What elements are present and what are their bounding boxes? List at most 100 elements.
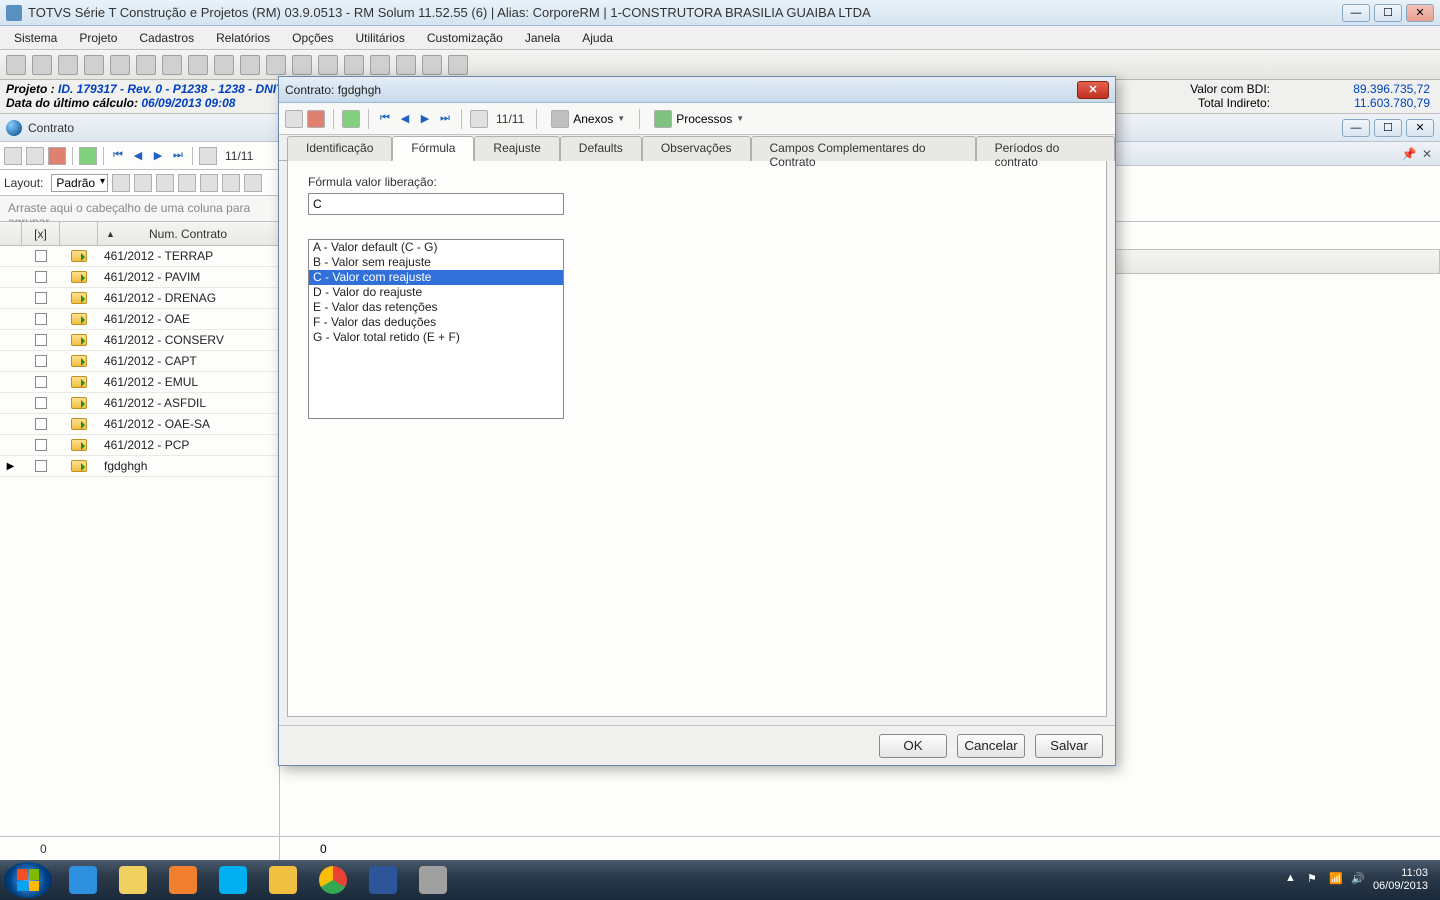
formula-input[interactable] [308, 193, 564, 215]
tab-campos[interactable]: Campos Complementares do Contrato [751, 136, 976, 161]
menu-cadastros[interactable]: Cadastros [129, 28, 204, 48]
toolbar-icon[interactable] [318, 55, 338, 75]
menu-projeto[interactable]: Projeto [69, 28, 127, 48]
row-checkbox[interactable] [35, 334, 47, 346]
menu-ajuda[interactable]: Ajuda [572, 28, 623, 48]
dlg-nav-prev-icon[interactable]: ◀ [397, 111, 413, 127]
dlg-search-icon[interactable] [470, 110, 488, 128]
table-row[interactable]: ▶fgdghgh [0, 456, 279, 477]
cancelar-button[interactable]: Cancelar [957, 734, 1025, 758]
toolbar-icon[interactable] [6, 55, 26, 75]
dlg-nav-last-icon[interactable]: ⏭ [437, 111, 453, 127]
minimize-button[interactable]: — [1342, 4, 1370, 22]
tab-periodos[interactable]: Períodos do contrato [976, 136, 1115, 161]
toolbar-icon[interactable] [422, 55, 442, 75]
list-item[interactable]: E - Valor das retenções [309, 300, 563, 315]
task-word-icon[interactable] [360, 863, 406, 897]
nav-last-icon[interactable]: ⏭ [170, 148, 186, 164]
task-explorer-icon[interactable] [110, 863, 156, 897]
toolbar-icon[interactable] [84, 55, 104, 75]
list-item[interactable]: D - Valor do reajuste [309, 285, 563, 300]
row-checkbox[interactable] [35, 250, 47, 262]
nav-next-icon[interactable]: ▶ [150, 148, 166, 164]
anexos-button[interactable]: Anexos ▼ [545, 108, 631, 130]
row-checkbox[interactable] [35, 313, 47, 325]
dialog-close-button[interactable]: ✕ [1077, 81, 1109, 99]
panel-minimize-button[interactable]: — [1342, 119, 1370, 137]
row-checkbox[interactable] [35, 418, 47, 430]
dlg-nav-first-icon[interactable]: ⏮ [377, 111, 393, 127]
tab-defaults[interactable]: Defaults [560, 136, 642, 161]
tab-identificacao[interactable]: Identificação [287, 136, 392, 161]
nav-prev-icon[interactable]: ◀ [130, 148, 146, 164]
salvar-button[interactable]: Salvar [1035, 734, 1103, 758]
table-row[interactable]: 461/2012 - EMUL [0, 372, 279, 393]
maximize-button[interactable]: ☐ [1374, 4, 1402, 22]
tab-formula[interactable]: Fórmula [392, 136, 474, 161]
list-item[interactable]: B - Valor sem reajuste [309, 255, 563, 270]
task-ie-icon[interactable] [60, 863, 106, 897]
menu-utilitarios[interactable]: Utilitários [345, 28, 414, 48]
layout-icon[interactable] [112, 174, 130, 192]
list-item[interactable]: F - Valor das deduções [309, 315, 563, 330]
close-button[interactable]: ✕ [1406, 4, 1434, 22]
start-button[interactable] [4, 862, 52, 898]
panel-x-icon[interactable]: ✕ [1420, 147, 1434, 161]
dlg-nav-next-icon[interactable]: ▶ [417, 111, 433, 127]
row-checkbox[interactable] [35, 376, 47, 388]
panel-close-button[interactable]: ✕ [1406, 119, 1434, 137]
ok-button[interactable]: OK [879, 734, 947, 758]
formula-listbox[interactable]: A - Valor default (C - G)B - Valor sem r… [308, 239, 564, 419]
toolbar-icon[interactable] [214, 55, 234, 75]
search-icon[interactable] [199, 147, 217, 165]
tray-flag-icon[interactable]: ⚑ [1307, 872, 1323, 888]
menu-opcoes[interactable]: Opções [282, 28, 343, 48]
toolbar-icon[interactable] [188, 55, 208, 75]
toolbar-icon[interactable] [32, 55, 52, 75]
nav-first-icon[interactable]: ⏮ [110, 148, 126, 164]
row-checkbox[interactable] [35, 460, 47, 472]
dlg-new-icon[interactable] [285, 110, 303, 128]
tray-up-icon[interactable]: ▲ [1285, 872, 1301, 888]
toolbar-icon[interactable] [448, 55, 468, 75]
layout-icon[interactable] [222, 174, 240, 192]
processos-button[interactable]: Processos ▼ [648, 108, 750, 130]
table-row[interactable]: 461/2012 - PAVIM [0, 267, 279, 288]
table-row[interactable]: 461/2012 - CAPT [0, 351, 279, 372]
taskbar-clock[interactable]: 11:03 06/09/2013 [1373, 867, 1428, 893]
refresh-icon[interactable] [79, 147, 97, 165]
layout-icon[interactable] [134, 174, 152, 192]
toolbar-icon[interactable] [370, 55, 390, 75]
row-checkbox[interactable] [35, 439, 47, 451]
toolbar-icon[interactable] [136, 55, 156, 75]
tray-network-icon[interactable]: 📶 [1329, 872, 1345, 888]
layout-icon[interactable] [244, 174, 262, 192]
col-num[interactable]: ▲Num. Contrato [98, 222, 279, 245]
table-row[interactable]: 461/2012 - DRENAG [0, 288, 279, 309]
row-checkbox[interactable] [35, 271, 47, 283]
dlg-delete-icon[interactable] [307, 110, 325, 128]
col-check[interactable]: [x] [22, 222, 60, 245]
task-skype-icon[interactable] [210, 863, 256, 897]
table-row[interactable]: 461/2012 - OAE-SA [0, 414, 279, 435]
toolbar-icon[interactable] [266, 55, 286, 75]
edit-icon[interactable] [26, 147, 44, 165]
table-row[interactable]: 461/2012 - ASFDIL [0, 393, 279, 414]
task-outlook-icon[interactable] [260, 863, 306, 897]
row-checkbox[interactable] [35, 397, 47, 409]
layout-combo[interactable]: Padrão [51, 174, 108, 192]
pin-icon[interactable]: 📌 [1402, 147, 1416, 161]
layout-icon[interactable] [156, 174, 174, 192]
new-icon[interactable] [4, 147, 22, 165]
toolbar-icon[interactable] [58, 55, 78, 75]
row-checkbox[interactable] [35, 292, 47, 304]
task-chrome-icon[interactable] [310, 863, 356, 897]
task-media-icon[interactable] [160, 863, 206, 897]
table-row[interactable]: 461/2012 - TERRAP [0, 246, 279, 267]
dlg-refresh-icon[interactable] [342, 110, 360, 128]
list-item[interactable]: C - Valor com reajuste [309, 270, 563, 285]
table-row[interactable]: 461/2012 - PCP [0, 435, 279, 456]
layout-icon[interactable] [200, 174, 218, 192]
panel-maximize-button[interactable]: ☐ [1374, 119, 1402, 137]
list-item[interactable]: G - Valor total retido (E + F) [309, 330, 563, 345]
